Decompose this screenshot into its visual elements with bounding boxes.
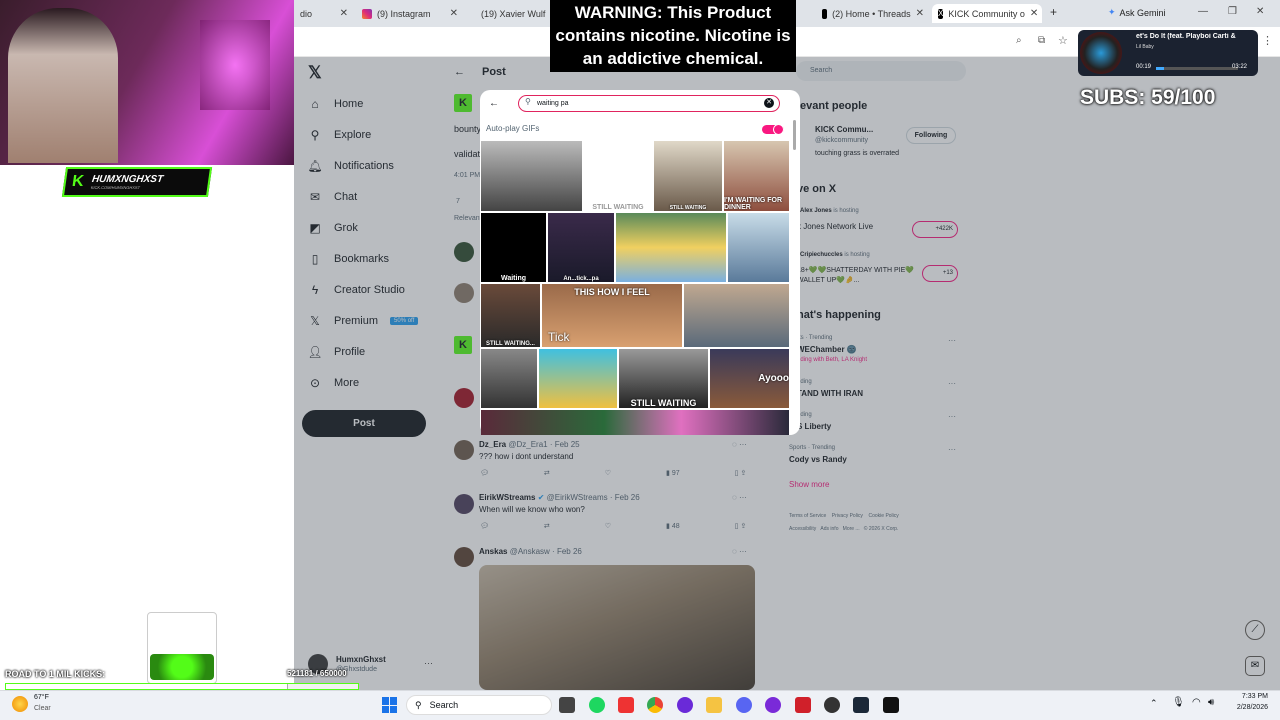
clock-date: 2/28/2026 xyxy=(1236,704,1268,711)
gif-tile[interactable] xyxy=(539,349,617,408)
jar-fill xyxy=(150,654,214,680)
ask-gemini-button[interactable]: ✦ Ask Gemini xyxy=(1108,7,1166,18)
kick-logo-icon: K xyxy=(70,173,85,190)
close-icon[interactable]: ✕ xyxy=(916,8,924,19)
gif-tile[interactable]: STILL WAITING xyxy=(584,141,652,211)
close-icon[interactable]: ✕ xyxy=(450,8,458,19)
wifi-icon[interactable]: ◠ xyxy=(1192,697,1201,708)
gif-tile[interactable] xyxy=(728,213,789,282)
subs-goal: SUBS: 59/100 xyxy=(1080,86,1216,109)
webcam-feed xyxy=(0,0,294,165)
volume-icon[interactable]: 🔊︎ xyxy=(1208,697,1214,708)
app-icon[interactable] xyxy=(765,697,781,713)
grok-icon[interactable]: ⟋ xyxy=(1245,620,1265,640)
weather-icon xyxy=(12,696,28,712)
back-arrow-icon[interactable]: ← xyxy=(489,98,499,109)
kick-jar xyxy=(147,612,217,684)
threads-icon xyxy=(822,8,828,19)
minimize-icon[interactable]: — xyxy=(1198,6,1208,17)
close-icon[interactable]: ✕ xyxy=(1030,8,1038,19)
task-view-icon[interactable] xyxy=(559,697,575,713)
kick-brand-plate: K HUMXNGHXST KICK.COM/HUMXNGHXST xyxy=(61,167,213,197)
nicotine-warning: WARNING: This Product contains nicotine.… xyxy=(550,0,796,72)
gif-tile[interactable]: STILL WAITING xyxy=(654,141,722,211)
star-icon[interactable]: ☆ xyxy=(1058,34,1068,47)
windows-taskbar xyxy=(0,690,1280,720)
song-progress xyxy=(1156,67,1238,70)
file-explorer-icon[interactable] xyxy=(706,697,722,713)
discord-icon[interactable] xyxy=(736,697,752,713)
window-close-icon[interactable]: ✕ xyxy=(1256,6,1264,17)
gif-tile[interactable]: STILL WAITING xyxy=(619,349,708,408)
clock-time: 7:33 PM xyxy=(1241,693,1268,700)
clear-search-icon[interactable]: ✕ xyxy=(764,98,774,108)
new-tab-button[interactable]: + xyxy=(1050,5,1057,19)
now-playing-widget: et's Do It (feat. Playboi Carti & Lil Ba… xyxy=(1078,30,1258,76)
gif-row-partial[interactable] xyxy=(481,410,789,435)
search-icon: ⚲ xyxy=(415,699,422,710)
gif-tile[interactable]: Waiting xyxy=(481,213,546,282)
gif-tile[interactable]: I'M WAITING FOR DINNER xyxy=(724,141,789,211)
maximize-icon[interactable]: ❐ xyxy=(1228,6,1237,17)
brand-url: KICK.COM/HUMXNGHXST xyxy=(90,185,141,190)
gemini-icon: ✦ xyxy=(1108,7,1116,17)
song-elapsed: 00:19 xyxy=(1136,64,1152,70)
streamer xyxy=(8,8,118,163)
song-total: 03:22 xyxy=(1232,64,1248,70)
tab-instagram[interactable]: (9) Instagram ✕ xyxy=(356,4,464,23)
tab-1[interactable]: dio ✕ xyxy=(294,4,354,23)
steam-icon[interactable] xyxy=(853,697,869,713)
road-progress-bar xyxy=(5,683,359,690)
gif-tile[interactable] xyxy=(481,349,537,408)
gif-tile[interactable]: STILL WAITING... xyxy=(481,284,540,347)
zoom-icon[interactable]: ⌕ xyxy=(1016,35,1022,46)
install-icon[interactable]: ⧉ xyxy=(1038,35,1045,46)
autoplay-label: Auto-play GIFs xyxy=(486,124,540,133)
chrome-icon[interactable] xyxy=(647,697,663,713)
terminal-icon[interactable] xyxy=(883,697,899,713)
obs-icon[interactable] xyxy=(824,697,840,713)
spotify-icon[interactable] xyxy=(589,697,605,713)
autoplay-toggle[interactable] xyxy=(762,124,784,135)
chevron-up-icon[interactable]: ⌃ xyxy=(1150,698,1158,709)
gif-tile[interactable] xyxy=(481,141,582,211)
weather-desc: Clear xyxy=(34,705,51,712)
modal-scrollbar[interactable] xyxy=(793,120,796,150)
weather-temp: 67°F xyxy=(34,694,49,701)
album-art xyxy=(1080,32,1122,74)
app-icon[interactable] xyxy=(677,697,693,713)
x-icon: X xyxy=(938,8,944,19)
menu-icon[interactable]: ⋮ xyxy=(1262,34,1273,47)
brand-name: HUMXNGHXST xyxy=(91,174,164,185)
search-icon: ⚲ xyxy=(525,97,531,106)
gif-tile[interactable] xyxy=(616,213,726,282)
song-title: et's Do It (feat. Playboi Carti & xyxy=(1136,33,1236,40)
gif-tile[interactable] xyxy=(684,284,789,347)
light-glow xyxy=(200,20,270,110)
tab-threads[interactable]: (2) Home • Threads ✕ xyxy=(816,4,930,23)
windows-start-icon[interactable] xyxy=(382,697,398,713)
gif-search-input[interactable]: waiting pa xyxy=(518,95,780,112)
road-label: ROAD TO 1 MIL KICKS: xyxy=(5,669,106,679)
tab-youtube[interactable]: (19) Xavier Wulf xyxy=(470,4,550,23)
taskbar-search[interactable]: ⚲ Search xyxy=(406,695,552,715)
tab-kick-community[interactable]: X KICK Community o ✕ xyxy=(932,4,1042,23)
road-count: 521181 / 650000 xyxy=(287,669,347,678)
app-icon[interactable] xyxy=(795,697,811,713)
music-app-icon[interactable] xyxy=(618,697,634,713)
microphone-icon[interactable]: 🎙︎ xyxy=(1172,697,1185,708)
close-icon[interactable]: ✕ xyxy=(340,8,348,19)
song-artist: Lil Baby xyxy=(1136,44,1154,50)
gif-tile[interactable]: Ayooo xyxy=(710,349,789,408)
instagram-icon xyxy=(362,8,372,19)
mail-icon[interactable]: ✉ xyxy=(1245,656,1265,676)
gif-caption: Tick xyxy=(548,330,570,344)
gif-tile[interactable]: An...tick...pa xyxy=(548,213,614,282)
